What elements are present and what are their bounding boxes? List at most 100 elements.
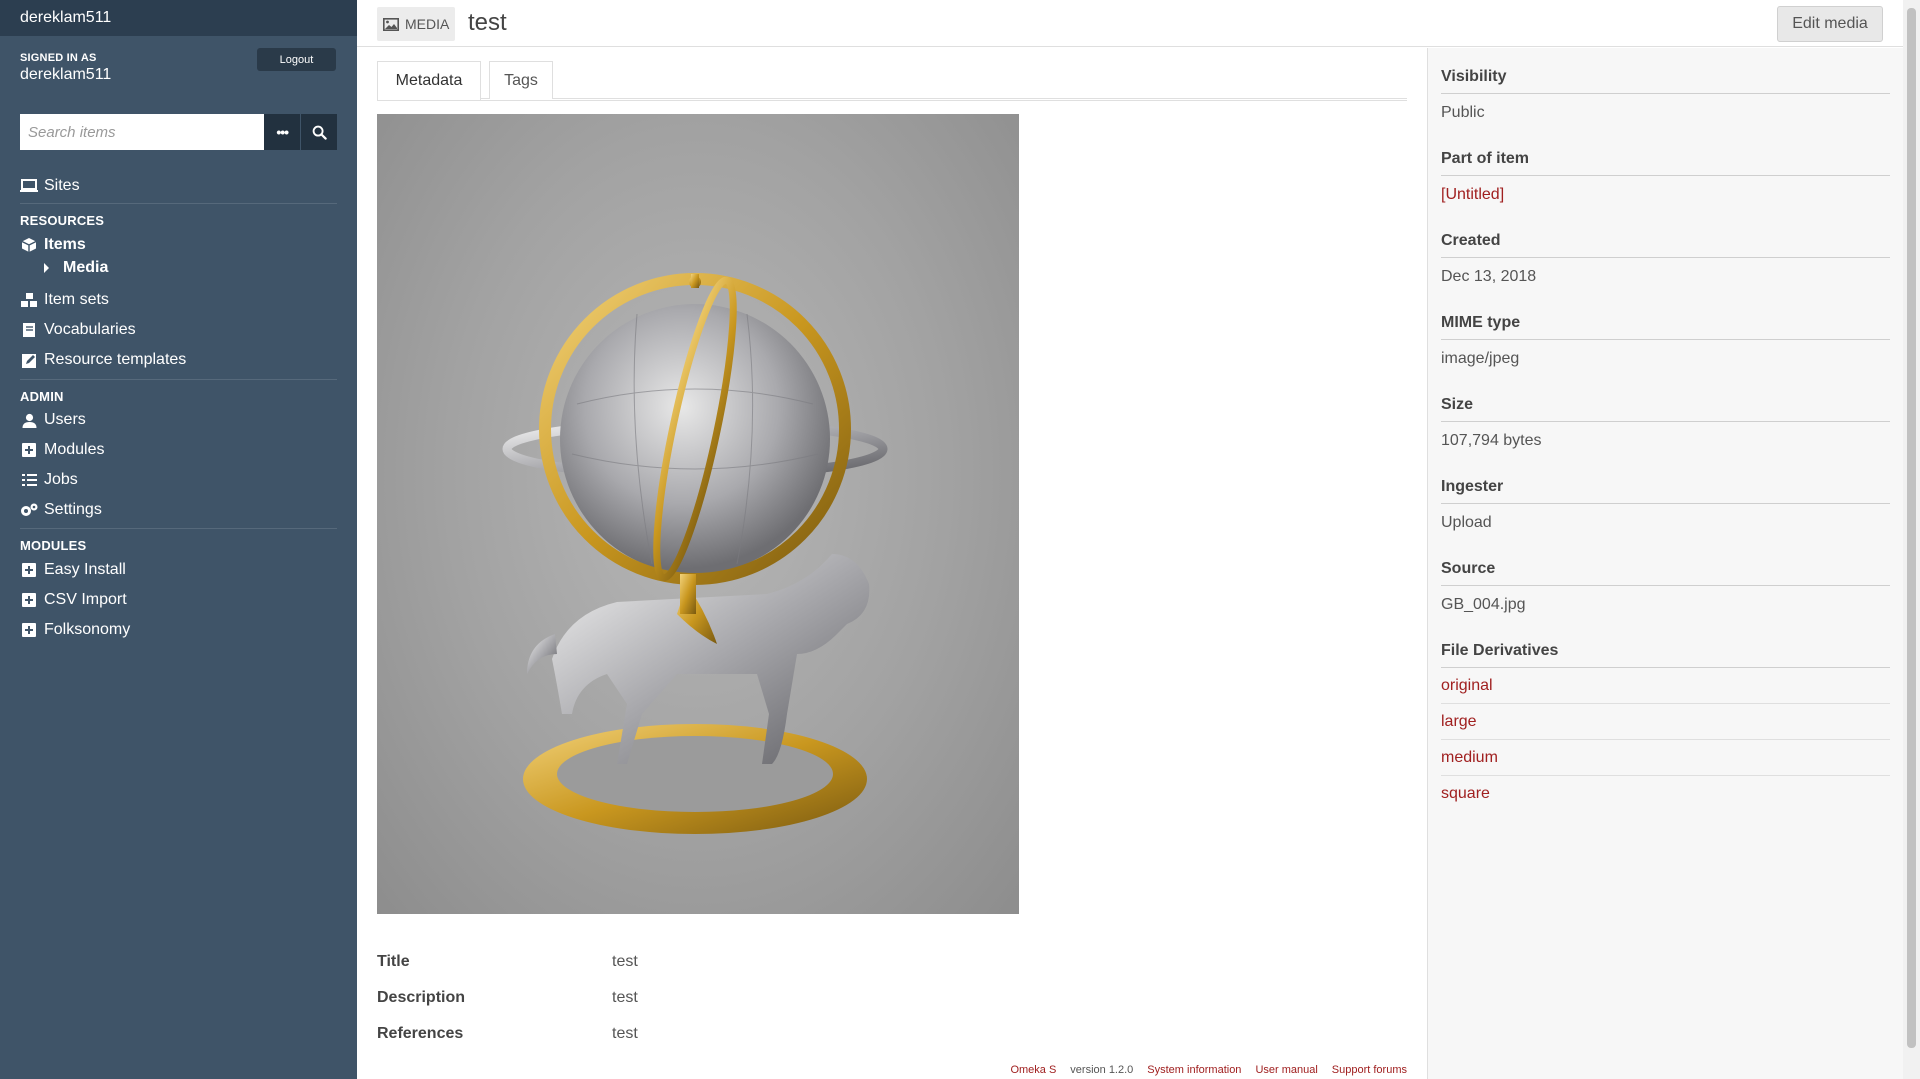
property-row: Description test bbox=[377, 980, 1407, 1016]
caret-right-icon bbox=[44, 263, 49, 273]
top-username[interactable]: dereklam511 bbox=[20, 9, 111, 27]
nav-items[interactable]: Items bbox=[20, 234, 86, 256]
nav-jobs-label: Jobs bbox=[44, 471, 78, 488]
resources-heading: RESOURCES bbox=[20, 213, 105, 228]
search-icon bbox=[312, 125, 327, 140]
nav-sites-label: Sites bbox=[44, 177, 80, 194]
nav-users[interactable]: Users bbox=[20, 409, 86, 431]
logout-button[interactable]: Logout bbox=[257, 48, 336, 71]
media-image[interactable] bbox=[377, 114, 1019, 914]
edit-media-button[interactable]: Edit media bbox=[1777, 6, 1883, 42]
derivative-link-original[interactable]: original bbox=[1441, 668, 1890, 704]
part-of-item-heading: Part of item bbox=[1441, 150, 1890, 176]
plus-square-icon bbox=[20, 562, 38, 578]
derivatives-list: original large medium square bbox=[1441, 668, 1890, 812]
nav-media-label: Media bbox=[63, 259, 109, 276]
ingester-value: Upload bbox=[1441, 514, 1492, 531]
tab-bar: Metadata Tags bbox=[377, 61, 1407, 100]
nav-folksonomy[interactable]: Folksonomy bbox=[20, 619, 130, 641]
size-heading: Size bbox=[1441, 396, 1890, 422]
media-badge-label: MEDIA bbox=[405, 16, 450, 32]
properties-list: Title test Description test References t… bbox=[377, 944, 1407, 1052]
celestial-globe-image bbox=[502, 273, 888, 834]
source-heading: Source bbox=[1441, 560, 1890, 586]
derivative-link-medium[interactable]: medium bbox=[1441, 740, 1890, 776]
nav-resource-templates-label: Resource templates bbox=[44, 351, 187, 368]
nav-item-sets-label: Item sets bbox=[44, 291, 109, 308]
modules-heading: MODULES bbox=[20, 538, 87, 553]
edit-icon bbox=[20, 352, 38, 368]
page-scrollbar[interactable] bbox=[1903, 0, 1920, 1079]
visibility-section: Visibility Public bbox=[1441, 68, 1890, 130]
nav-sites[interactable]: Sites bbox=[20, 175, 80, 197]
property-label: Description bbox=[377, 989, 466, 1006]
parent-item-link[interactable]: [Untitled] bbox=[1441, 176, 1890, 212]
footer-system-info-link[interactable]: System information bbox=[1147, 1064, 1241, 1076]
tab-metadata[interactable]: Metadata bbox=[377, 61, 481, 100]
nav-divider bbox=[20, 203, 337, 204]
footer-user-manual-link[interactable]: User manual bbox=[1255, 1064, 1317, 1076]
book-icon bbox=[20, 322, 38, 338]
mime-section: MIME type image/jpeg bbox=[1441, 314, 1890, 376]
page-header: MEDIA test Edit media bbox=[357, 0, 1903, 47]
nav-item-sets[interactable]: Item sets bbox=[20, 289, 109, 311]
search-button[interactable] bbox=[301, 114, 337, 150]
created-heading: Created bbox=[1441, 232, 1890, 258]
derivative-link-square[interactable]: square bbox=[1441, 776, 1890, 812]
part-of-item-section: Part of item [Untitled] bbox=[1441, 150, 1890, 212]
nav-divider bbox=[20, 528, 337, 529]
advanced-search-button[interactable]: ••• bbox=[264, 114, 301, 150]
size-section: Size 107,794 bytes bbox=[1441, 396, 1890, 458]
tab-tags[interactable]: Tags bbox=[489, 61, 553, 99]
property-row: References test bbox=[377, 1016, 1407, 1052]
sidebar-top-bar: dereklam511 bbox=[0, 0, 357, 36]
search-input[interactable]: Search items bbox=[20, 114, 265, 150]
property-value: test bbox=[612, 953, 638, 970]
nav-easy-install-label: Easy Install bbox=[44, 561, 126, 578]
nav-divider bbox=[20, 379, 337, 380]
cube-icon bbox=[20, 237, 38, 253]
property-label: References bbox=[377, 1025, 464, 1042]
footer-brand-link[interactable]: Omeka S bbox=[1010, 1064, 1056, 1076]
media-badge: MEDIA bbox=[377, 7, 456, 41]
property-label: Title bbox=[377, 953, 410, 970]
tasks-icon bbox=[20, 472, 38, 488]
nav-csv-import[interactable]: CSV Import bbox=[20, 589, 127, 611]
ellipsis-icon: ••• bbox=[276, 124, 289, 140]
created-value: Dec 13, 2018 bbox=[1441, 268, 1537, 285]
derivatives-heading: File Derivatives bbox=[1441, 642, 1890, 668]
user-icon bbox=[20, 412, 38, 428]
visibility-value: Public bbox=[1441, 104, 1485, 121]
nav-csv-import-label: CSV Import bbox=[44, 591, 127, 608]
nav-settings[interactable]: Settings bbox=[20, 499, 102, 521]
nav-users-label: Users bbox=[44, 411, 86, 428]
nav-vocabularies-label: Vocabularies bbox=[44, 321, 136, 338]
signed-in-user[interactable]: dereklam511 bbox=[20, 66, 111, 84]
size-value: 107,794 bytes bbox=[1441, 432, 1542, 449]
signed-in-block: SIGNED IN AS dereklam511 bbox=[20, 52, 111, 84]
nav-resource-templates[interactable]: Resource templates bbox=[20, 349, 186, 371]
property-value: test bbox=[612, 1025, 638, 1042]
nav-easy-install[interactable]: Easy Install bbox=[20, 559, 126, 581]
plus-square-icon bbox=[20, 442, 38, 458]
scrollbar-thumb[interactable] bbox=[1907, 8, 1916, 1048]
nav-media[interactable]: Media bbox=[44, 259, 108, 277]
signed-in-label: SIGNED IN AS bbox=[20, 52, 97, 64]
ingester-section: Ingester Upload bbox=[1441, 478, 1890, 540]
left-sidebar: dereklam511 SIGNED IN AS dereklam511 Log… bbox=[0, 0, 357, 1079]
footer-support-forums-link[interactable]: Support forums bbox=[1332, 1064, 1407, 1076]
footer: Omeka S version 1.2.0 System information… bbox=[357, 1064, 1407, 1076]
cogs-icon bbox=[20, 502, 38, 518]
created-section: Created Dec 13, 2018 bbox=[1441, 232, 1890, 294]
nav-vocabularies[interactable]: Vocabularies bbox=[20, 319, 136, 341]
nav-modules-label: Modules bbox=[44, 441, 105, 458]
nav-modules[interactable]: Modules bbox=[20, 439, 104, 461]
plus-square-icon bbox=[20, 622, 38, 638]
ingester-heading: Ingester bbox=[1441, 478, 1890, 504]
derivative-link-large[interactable]: large bbox=[1441, 704, 1890, 740]
page-title: test bbox=[468, 9, 507, 36]
nav-jobs[interactable]: Jobs bbox=[20, 469, 78, 491]
laptop-icon bbox=[20, 178, 38, 194]
main-content: Metadata Tags Title test Description tes… bbox=[357, 48, 1427, 1079]
source-value: GB_004.jpg bbox=[1441, 596, 1526, 613]
